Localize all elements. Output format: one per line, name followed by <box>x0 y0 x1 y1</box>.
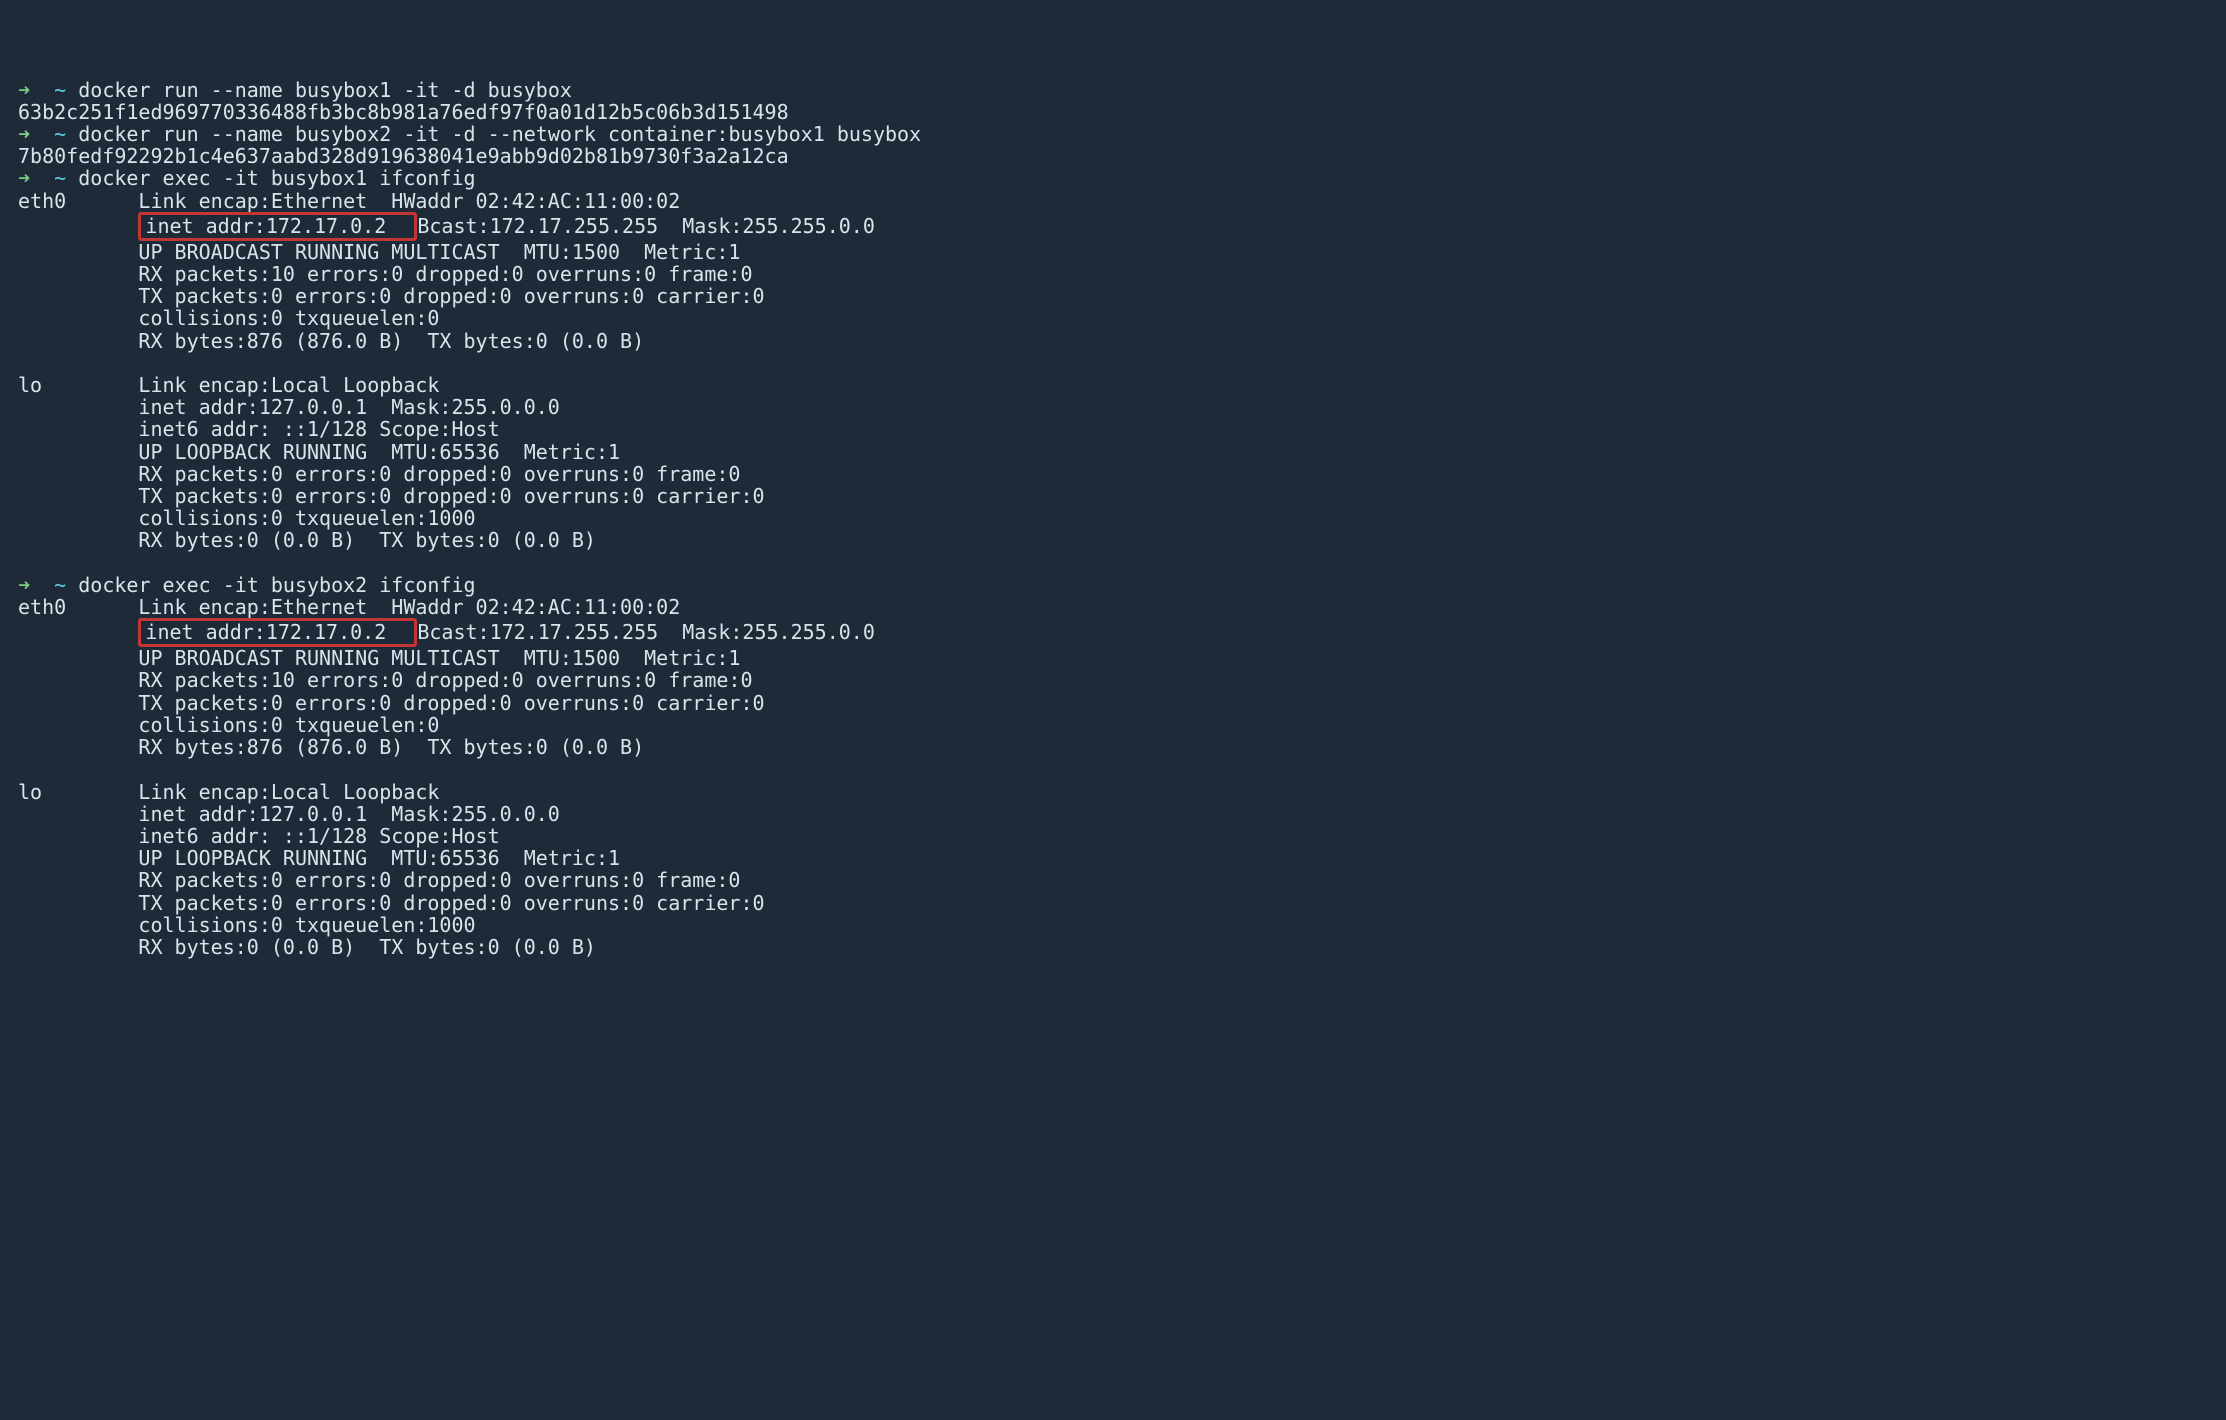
ifconfig-output <box>18 214 138 238</box>
command-line: docker run --name busybox1 -it -d busybo… <box>78 78 572 102</box>
ifconfig-output: RX bytes:0 (0.0 B) TX bytes:0 (0.0 B) <box>18 935 596 959</box>
ifconfig-output: inet6 addr: ::1/128 Scope:Host <box>18 417 500 441</box>
prompt-arrow-icon: ➜ <box>18 573 30 597</box>
container-id-output: 63b2c251f1ed969770336488fb3bc8b981a76edf… <box>18 100 789 124</box>
command-line: docker exec -it busybox1 ifconfig <box>78 166 475 190</box>
prompt-tilde: ~ <box>54 122 66 146</box>
ifconfig-output: RX packets:10 errors:0 dropped:0 overrun… <box>18 668 753 692</box>
prompt-tilde: ~ <box>54 166 66 190</box>
prompt-arrow-icon: ➜ <box>18 78 30 102</box>
ifconfig-output: RX bytes:0 (0.0 B) TX bytes:0 (0.0 B) <box>18 528 596 552</box>
ifconfig-output: lo Link encap:Local Loopback <box>18 373 439 397</box>
ifconfig-output: RX packets:0 errors:0 dropped:0 overruns… <box>18 868 740 892</box>
ifconfig-output: Bcast:172.17.255.255 Mask:255.255.0.0 <box>417 214 875 238</box>
prompt-arrow-icon: ➜ <box>18 122 30 146</box>
ifconfig-output: RX bytes:876 (876.0 B) TX bytes:0 (0.0 B… <box>18 735 644 759</box>
ifconfig-output: eth0 Link encap:Ethernet HWaddr 02:42:AC… <box>18 595 680 619</box>
inet-addr-highlight: inet addr:172.17.0.2 <box>138 212 417 241</box>
ifconfig-output: RX packets:10 errors:0 dropped:0 overrun… <box>18 262 753 286</box>
ifconfig-output: collisions:0 txqueuelen:1000 <box>18 913 476 937</box>
terminal-session[interactable]: ➜ ~ docker run --name busybox1 -it -d bu… <box>18 78 921 959</box>
ifconfig-output: RX packets:0 errors:0 dropped:0 overruns… <box>18 462 740 486</box>
prompt-tilde: ~ <box>54 78 66 102</box>
ifconfig-output: inet addr:127.0.0.1 Mask:255.0.0.0 <box>18 802 560 826</box>
inet-addr-highlight: inet addr:172.17.0.2 <box>138 618 417 647</box>
ifconfig-output: UP BROADCAST RUNNING MULTICAST MTU:1500 … <box>18 240 740 264</box>
ifconfig-output: inet addr:127.0.0.1 Mask:255.0.0.0 <box>18 395 560 419</box>
ifconfig-output: collisions:0 txqueuelen:0 <box>18 713 439 737</box>
ifconfig-output: TX packets:0 errors:0 dropped:0 overruns… <box>18 891 765 915</box>
ifconfig-output: UP BROADCAST RUNNING MULTICAST MTU:1500 … <box>18 646 740 670</box>
ifconfig-output: TX packets:0 errors:0 dropped:0 overruns… <box>18 284 765 308</box>
ifconfig-output: collisions:0 txqueuelen:0 <box>18 306 439 330</box>
ifconfig-output: RX bytes:876 (876.0 B) TX bytes:0 (0.0 B… <box>18 329 644 353</box>
ifconfig-output: Bcast:172.17.255.255 Mask:255.255.0.0 <box>417 620 875 644</box>
command-line: docker exec -it busybox2 ifconfig <box>78 573 475 597</box>
prompt-tilde: ~ <box>54 573 66 597</box>
ifconfig-output <box>18 620 138 644</box>
command-line: docker run --name busybox2 -it -d --netw… <box>78 122 921 146</box>
ifconfig-output: UP LOOPBACK RUNNING MTU:65536 Metric:1 <box>18 440 620 464</box>
ifconfig-output: TX packets:0 errors:0 dropped:0 overruns… <box>18 691 765 715</box>
prompt-arrow-icon: ➜ <box>18 166 30 190</box>
container-id-output: 7b80fedf92292b1c4e637aabd328d919638041e9… <box>18 144 789 168</box>
ifconfig-output: collisions:0 txqueuelen:1000 <box>18 506 476 530</box>
ifconfig-output: UP LOOPBACK RUNNING MTU:65536 Metric:1 <box>18 846 620 870</box>
ifconfig-output: TX packets:0 errors:0 dropped:0 overruns… <box>18 484 765 508</box>
ifconfig-output: eth0 Link encap:Ethernet HWaddr 02:42:AC… <box>18 189 680 213</box>
ifconfig-output: inet6 addr: ::1/128 Scope:Host <box>18 824 500 848</box>
ifconfig-output: lo Link encap:Local Loopback <box>18 780 439 804</box>
